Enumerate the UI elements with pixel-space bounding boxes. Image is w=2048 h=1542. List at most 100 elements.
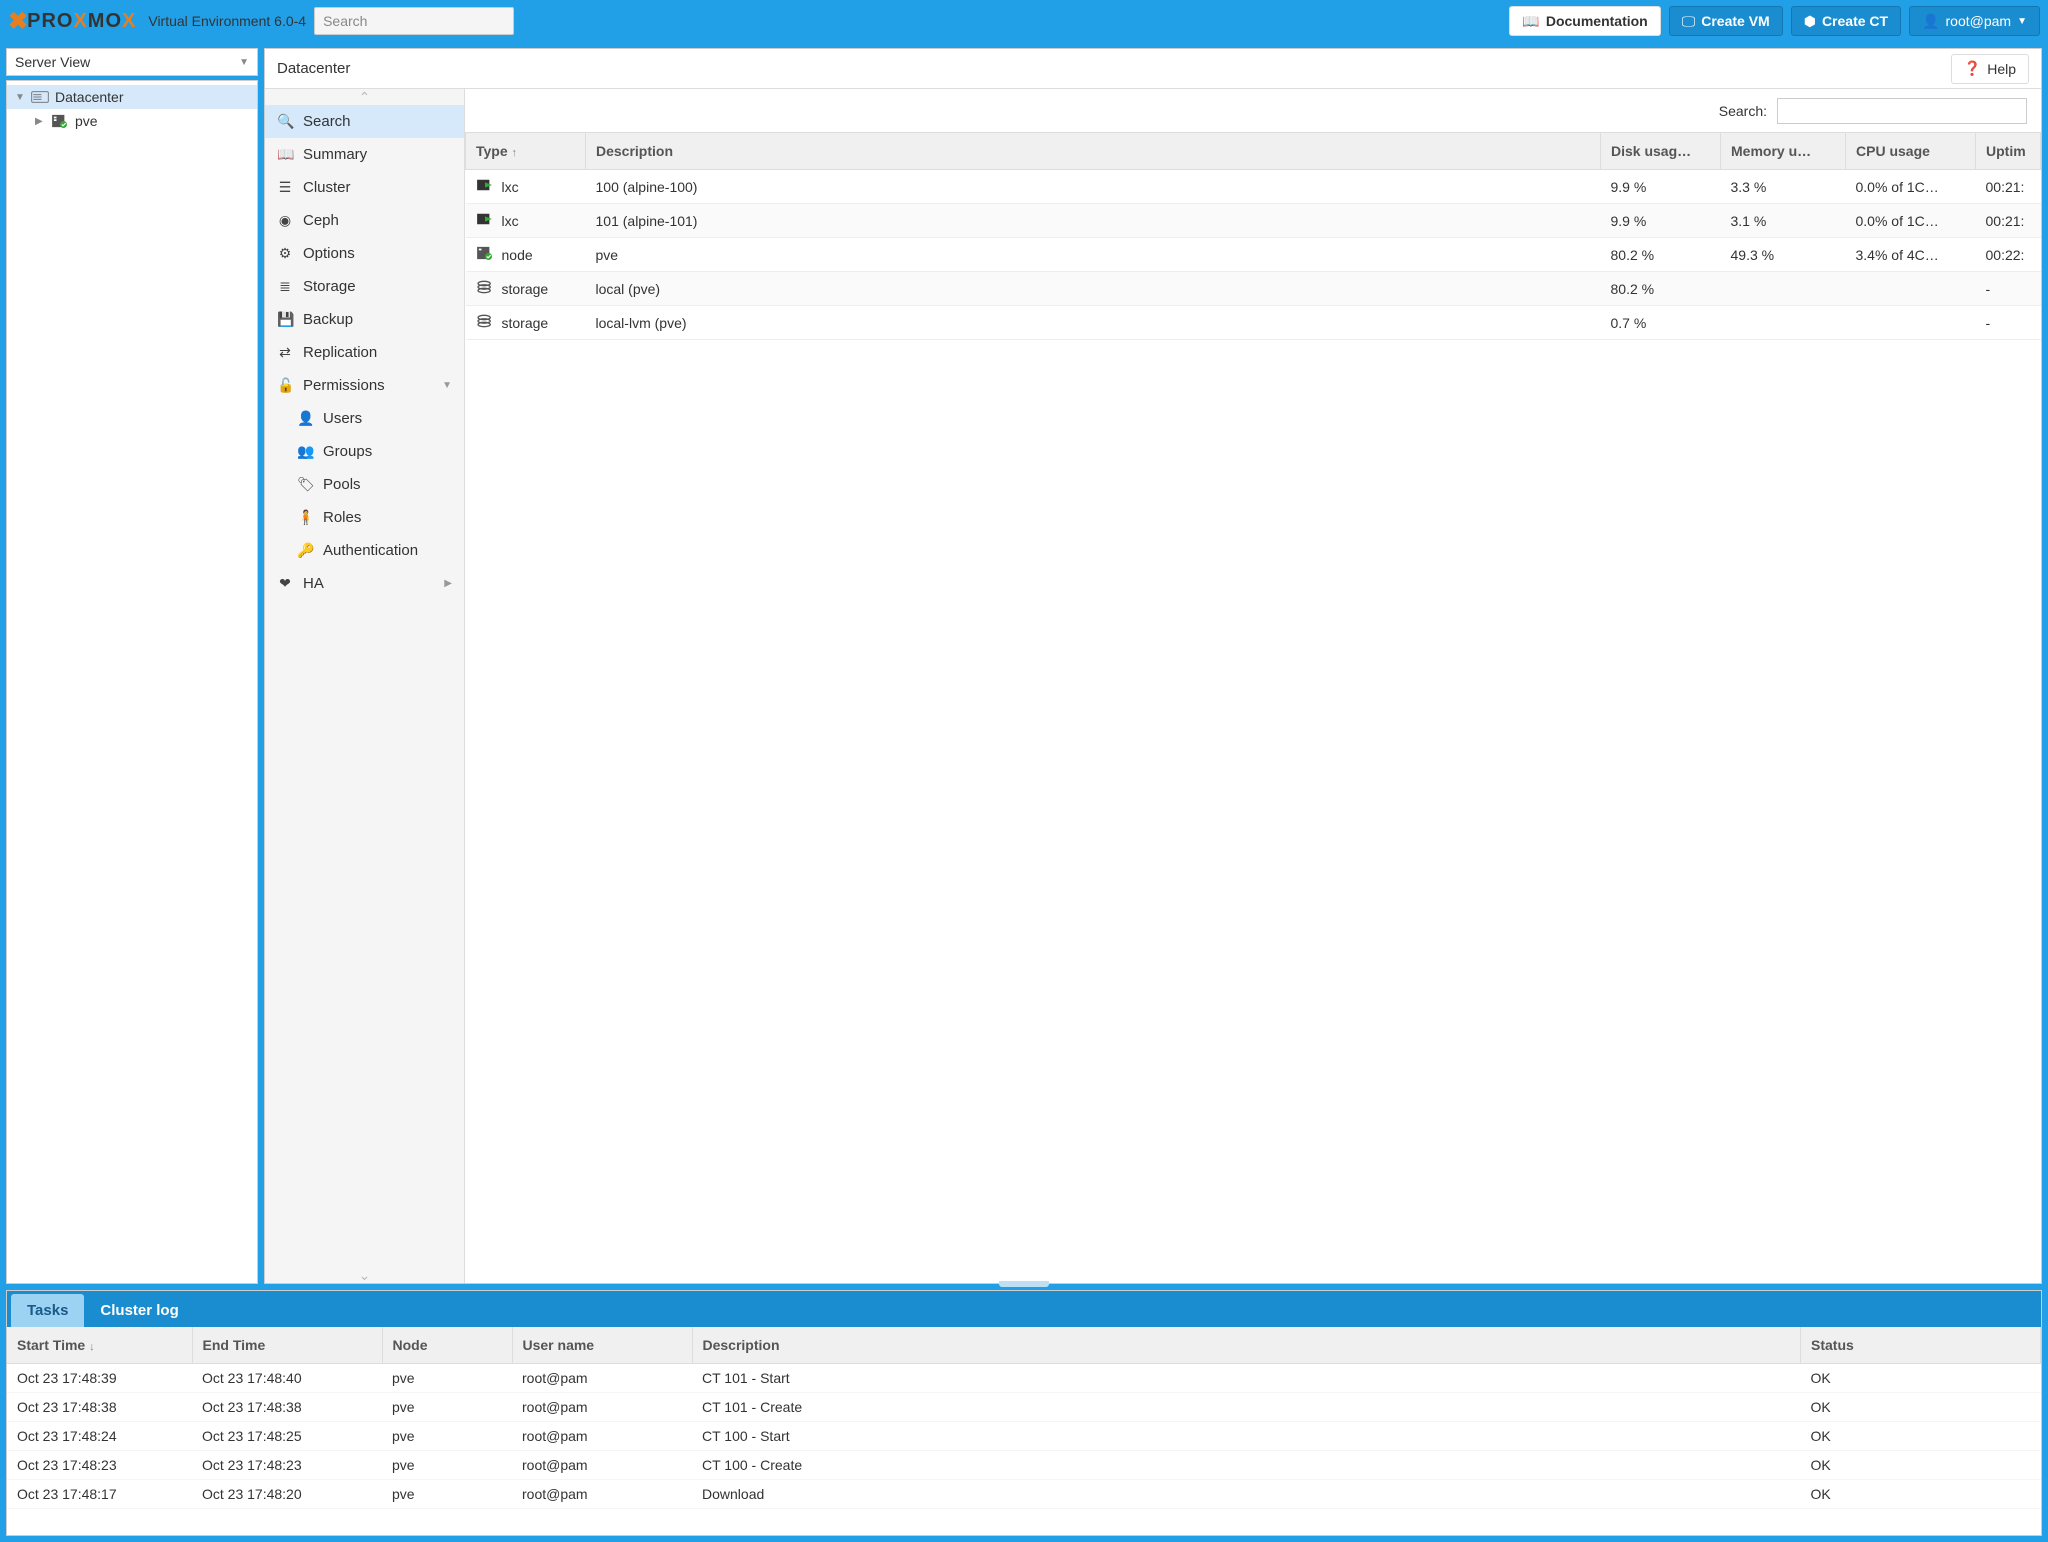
column-header[interactable]: Status <box>1801 1327 2041 1364</box>
tab-cluster[interactable]: ☰ Cluster <box>265 171 464 204</box>
desktop-icon: 🖵 <box>1682 13 1696 30</box>
tab-permissions[interactable]: 🔓Permissions▼ <box>265 369 464 402</box>
tab-roles[interactable]: 🧍Roles <box>265 501 464 534</box>
tags-icon: 🏷 <box>297 476 313 493</box>
column-header[interactable]: Description <box>692 1327 1801 1364</box>
server-icon: ☰ <box>277 179 293 196</box>
column-header[interactable]: Description <box>586 133 1601 170</box>
table-row[interactable]: Oct 23 17:48:24Oct 23 17:48:25pveroot@pa… <box>7 1422 2041 1451</box>
user-icon: 👤 <box>1922 13 1939 30</box>
tab-authentication[interactable]: 🔑 Authentication <box>265 534 464 567</box>
table-row[interactable]: lxc100 (alpine-100)9.9 %3.3 %0.0% of 1C…… <box>466 170 2041 204</box>
top-toolbar: ✖ PROXMOX Virtual Environment 6.0-4 📖 Do… <box>0 0 2048 42</box>
view-selector[interactable]: Server View ▼ <box>6 48 258 76</box>
chevron-down-icon: ▼ <box>442 380 452 391</box>
table-row[interactable]: Oct 23 17:48:38Oct 23 17:48:38pveroot@pa… <box>7 1393 2041 1422</box>
table-row[interactable]: Oct 23 17:48:23Oct 23 17:48:23pveroot@pa… <box>7 1451 2041 1480</box>
table-row[interactable]: lxc101 (alpine-101)9.9 %3.1 %0.0% of 1C…… <box>466 204 2041 238</box>
column-header[interactable]: Node <box>382 1327 512 1364</box>
user-menu-button[interactable]: 👤 root@pam ▼ <box>1909 6 2040 36</box>
create-ct-button[interactable]: ⬢ Create CT <box>1791 6 1901 36</box>
tab-storage[interactable]: ≣Storage <box>265 270 464 303</box>
column-header[interactable]: Uptim <box>1976 133 2041 170</box>
cell-status: OK <box>1801 1393 2041 1422</box>
expand-arrow-icon[interactable]: ▶ <box>35 116 45 127</box>
tab-replication[interactable]: ⇄ Replication <box>265 336 464 369</box>
tab-options[interactable]: ⚙Options <box>265 237 464 270</box>
logo-text: PROXMOX <box>27 10 136 33</box>
tab-label: Replication <box>303 344 377 361</box>
create-vm-button[interactable]: 🖵 Create VM <box>1669 6 1783 36</box>
tab-groups[interactable]: 👥Groups <box>265 435 464 468</box>
cell-uptime: 00:21: <box>1976 170 2041 204</box>
users-icon: 👥 <box>297 443 313 460</box>
cell-disk: 0.7 % <box>1601 306 1721 340</box>
tree-item-label: pve <box>75 113 98 129</box>
column-header[interactable]: User name <box>512 1327 692 1364</box>
logo: ✖ PROXMOX <box>8 5 136 37</box>
scroll-down-hint[interactable]: ⌄ <box>265 1267 464 1283</box>
key-icon: 🔑 <box>297 542 313 559</box>
tab-cluster-log[interactable]: Cluster log <box>84 1294 194 1327</box>
column-header[interactable]: CPU usage <box>1846 133 1976 170</box>
cube-icon: ⬢ <box>1804 13 1816 30</box>
user-label: root@pam <box>1946 13 2012 29</box>
cell-description: 100 (alpine-100) <box>586 170 1601 204</box>
scroll-up-hint[interactable]: ⌃ <box>265 89 464 105</box>
retweet-icon: ⇄ <box>277 344 293 361</box>
cell-type: lxc <box>502 213 519 229</box>
save-icon: 💾 <box>277 311 293 328</box>
storage-icon <box>476 280 494 297</box>
resource-tree: ▼ Datacenter ▶ pve <box>6 80 258 1284</box>
column-header[interactable]: Disk usag… <box>1601 133 1721 170</box>
cell-uptime: 00:22: <box>1976 238 2041 272</box>
tab-label: Authentication <box>323 542 418 559</box>
table-row[interactable]: Oct 23 17:48:17Oct 23 17:48:20pveroot@pa… <box>7 1480 2041 1509</box>
chevron-down-icon: ▼ <box>2017 16 2027 27</box>
column-header[interactable]: Memory u… <box>1721 133 1846 170</box>
tab-label: Cluster <box>303 179 351 196</box>
table-row[interactable]: nodepve80.2 %49.3 %3.4% of 4C…00:22: <box>466 238 2041 272</box>
column-header[interactable]: Start Time ↓ <box>7 1327 192 1364</box>
table-row[interactable]: storagelocal-lvm (pve)0.7 %- <box>466 306 2041 340</box>
storage-icon <box>476 314 494 331</box>
cell-disk: 80.2 % <box>1601 238 1721 272</box>
help-label: Help <box>1987 61 2016 77</box>
tab-pools[interactable]: 🏷Pools <box>265 468 464 501</box>
node-icon <box>51 114 69 128</box>
tab-ha[interactable]: ❤HA▶ <box>265 567 464 600</box>
cell-user: root@pam <box>512 1364 692 1393</box>
tab-tasks[interactable]: Tasks <box>11 1294 84 1327</box>
table-row[interactable]: Oct 23 17:48:39Oct 23 17:48:40pveroot@pa… <box>7 1364 2041 1393</box>
tab-label: Ceph <box>303 212 339 229</box>
resource-grid: Type ↑DescriptionDisk usag…Memory u…CPU … <box>465 133 2041 1283</box>
cell-mem <box>1721 306 1846 340</box>
cell-description: 101 (alpine-101) <box>586 204 1601 238</box>
tree-item-datacenter[interactable]: ▼ Datacenter <box>7 85 257 109</box>
tab-search[interactable]: 🔍Search <box>265 105 464 138</box>
tab-users[interactable]: 👤Users <box>265 402 464 435</box>
config-tab-sidebar: ⌃ 🔍Search📖Summary ☰ Cluster ◉ Ceph ⚙Options≣S… <box>265 89 465 1283</box>
cell-end: Oct 23 17:48:25 <box>192 1422 382 1451</box>
cell-end: Oct 23 17:48:23 <box>192 1451 382 1480</box>
grid-search-input[interactable] <box>1777 98 2027 124</box>
ceph-icon: ◉ <box>277 212 293 229</box>
documentation-button[interactable]: 📖 Documentation <box>1509 6 1660 36</box>
column-header[interactable]: Type ↑ <box>466 133 586 170</box>
cell-start: Oct 23 17:48:24 <box>7 1422 192 1451</box>
column-header[interactable]: End Time <box>192 1327 382 1364</box>
search-input[interactable] <box>314 7 514 35</box>
tab-label: Storage <box>303 278 356 295</box>
table-row[interactable]: storagelocal (pve)80.2 %- <box>466 272 2041 306</box>
help-button[interactable]: ❓ Help <box>1951 54 2029 84</box>
tab-ceph[interactable]: ◉ Ceph <box>265 204 464 237</box>
cell-mem: 3.1 % <box>1721 204 1846 238</box>
tab-summary[interactable]: 📖Summary <box>265 138 464 171</box>
heartbeat-icon: ❤ <box>277 575 293 592</box>
expand-arrow-icon[interactable]: ▼ <box>15 92 25 103</box>
log-panel: Tasks Cluster log Start Time ↓End TimeNo… <box>6 1290 2042 1536</box>
cell-type: storage <box>502 281 549 297</box>
tree-item-pve[interactable]: ▶ pve <box>7 109 257 133</box>
tab-backup[interactable]: 💾Backup <box>265 303 464 336</box>
cell-status: OK <box>1801 1480 2041 1509</box>
